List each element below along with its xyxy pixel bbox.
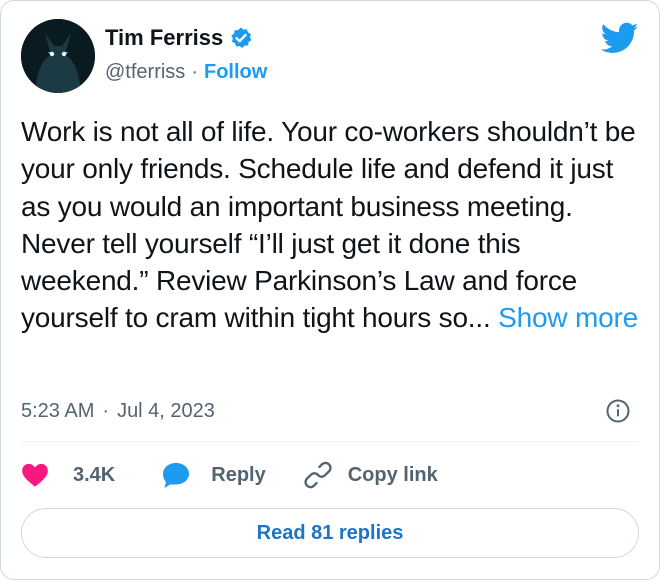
like-count: 3.4K [73,463,116,486]
read-replies-button[interactable]: Read 81 replies [21,508,639,558]
tweet-meta: 5:23 AM · Jul 4, 2023 [21,397,639,425]
author-handle[interactable]: @tferriss [105,61,185,84]
tweet-date[interactable]: Jul 4, 2023 [117,400,215,423]
tweet-card: Tim Ferriss @tferriss · Follow Work is n… [0,0,660,580]
like-button[interactable]: 3.4K [21,462,115,488]
reply-bubble-icon [161,461,191,489]
tweet-text: Work is not all of life. Your co-workers… [21,113,649,337]
tweet-header: Tim Ferriss @tferriss · Follow [21,19,639,95]
avatar[interactable] [21,19,95,93]
author-name[interactable]: Tim Ferriss [105,25,223,51]
tweet-body: Work is not all of life. Your co-workers… [21,116,636,334]
copy-link-label: Copy link [347,463,438,486]
meta-separator: · [102,399,110,422]
show-more-link[interactable]: Show more [498,302,638,333]
link-icon [304,461,332,489]
divider [21,441,639,442]
copy-link-button[interactable]: Copy link [304,461,438,489]
follow-button[interactable]: Follow [204,61,267,84]
verified-badge-icon [229,26,253,50]
info-icon[interactable] [605,398,631,424]
author-info: Tim Ferriss @tferriss · Follow [105,23,267,84]
handle-separator: · [191,61,198,83]
heart-icon [21,462,49,488]
reply-button[interactable]: Reply [161,461,266,489]
twitter-bird-icon[interactable] [600,19,639,57]
reply-label: Reply [211,463,266,486]
tweet-actions: 3.4K Reply Copy link [21,457,639,493]
tweet-time[interactable]: 5:23 AM [21,400,94,423]
